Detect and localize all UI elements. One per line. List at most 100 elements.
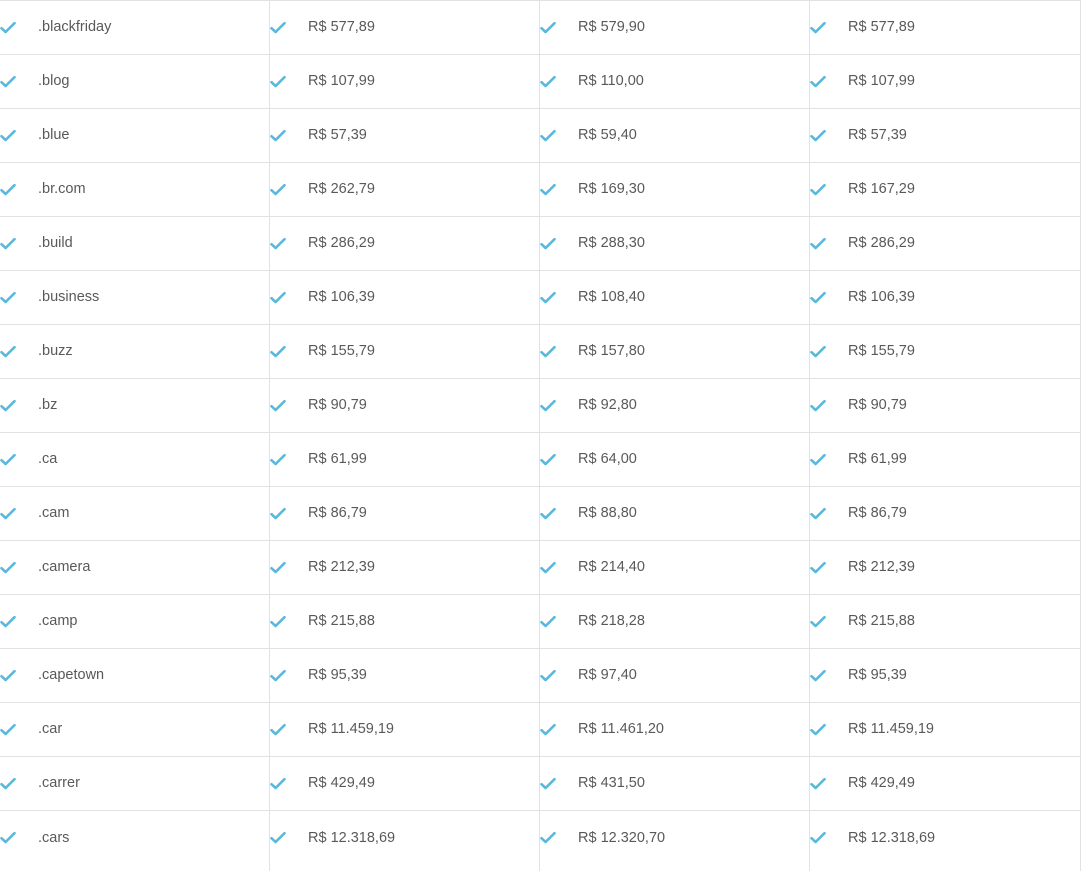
tld-label: .cars (38, 830, 70, 846)
price-cell-3: R$ 57,39 (810, 109, 1080, 162)
check-icon (540, 399, 556, 413)
price-cell-2: R$ 59,40 (540, 109, 810, 162)
tld-cell: .cars (0, 811, 270, 871)
check-icon (0, 21, 16, 35)
price-value: R$ 215,88 (308, 613, 375, 630)
table-row: .carrer R$ 429,49 R$ 431,50 R$ 429,49 (0, 757, 1080, 811)
check-icon (810, 21, 826, 35)
check-icon (0, 399, 16, 413)
price-value: R$ 12.318,69 (848, 830, 936, 846)
check-icon (0, 75, 16, 89)
price-cell-2: R$ 288,30 (540, 217, 810, 270)
tld-label: .camp (38, 613, 78, 630)
check-icon (810, 507, 826, 521)
price-value: R$ 61,99 (308, 451, 367, 468)
check-icon (540, 561, 556, 575)
price-cell-2: R$ 214,40 (540, 541, 810, 594)
check-icon (270, 669, 286, 683)
price-value: R$ 215,88 (848, 613, 915, 630)
table-row: .car R$ 11.459,19 R$ 11.461,20 R$ 11.459… (0, 703, 1080, 757)
price-value: R$ 57,39 (848, 127, 907, 144)
check-icon (810, 831, 826, 845)
price-value: R$ 90,79 (848, 397, 907, 414)
check-icon (810, 453, 826, 467)
tld-cell: .camp (0, 595, 270, 648)
price-value: R$ 97,40 (578, 667, 637, 684)
check-icon (0, 237, 16, 251)
price-value: R$ 577,89 (308, 19, 375, 36)
check-icon (0, 345, 16, 359)
price-cell-2: R$ 110,00 (540, 55, 810, 108)
check-icon (810, 561, 826, 575)
price-value: R$ 286,29 (848, 235, 915, 252)
tld-cell: .carrer (0, 757, 270, 810)
tld-cell: .cam (0, 487, 270, 540)
price-value: R$ 12.320,70 (578, 830, 666, 846)
tld-label: .blackfriday (38, 19, 112, 36)
check-icon (0, 507, 16, 521)
price-cell-3: R$ 11.459,19 (810, 703, 1080, 756)
check-icon (810, 291, 826, 305)
check-icon (270, 777, 286, 791)
price-cell-2: R$ 92,80 (540, 379, 810, 432)
price-value: R$ 64,00 (578, 451, 637, 468)
check-icon (270, 831, 286, 845)
check-icon (810, 669, 826, 683)
price-value: R$ 218,28 (578, 613, 645, 630)
price-value: R$ 429,49 (308, 775, 375, 792)
price-cell-1: R$ 90,79 (270, 379, 540, 432)
check-icon (540, 237, 556, 251)
tld-cell: .car (0, 703, 270, 756)
check-icon (540, 831, 556, 845)
check-icon (540, 507, 556, 521)
price-value: R$ 108,40 (578, 289, 645, 306)
price-cell-2: R$ 88,80 (540, 487, 810, 540)
price-cell-1: R$ 95,39 (270, 649, 540, 702)
tld-cell: .ca (0, 433, 270, 486)
price-value: R$ 212,39 (848, 559, 915, 576)
price-cell-2: R$ 169,30 (540, 163, 810, 216)
tld-label: .bz (38, 397, 58, 414)
table-row: .camp R$ 215,88 R$ 218,28 R$ 215,88 (0, 595, 1080, 649)
table-row: .bz R$ 90,79 R$ 92,80 R$ 90,79 (0, 379, 1080, 433)
price-cell-1: R$ 86,79 (270, 487, 540, 540)
check-icon (0, 615, 16, 629)
check-icon (0, 669, 16, 683)
price-value: R$ 90,79 (308, 397, 367, 414)
tld-label: .blue (38, 127, 70, 144)
price-value: R$ 11.459,19 (848, 721, 934, 738)
tld-cell: .buzz (0, 325, 270, 378)
price-cell-3: R$ 155,79 (810, 325, 1080, 378)
check-icon (270, 561, 286, 575)
price-value: R$ 579,90 (578, 19, 645, 36)
price-cell-3: R$ 61,99 (810, 433, 1080, 486)
price-value: R$ 61,99 (848, 451, 907, 468)
price-value: R$ 286,29 (308, 235, 375, 252)
price-cell-3: R$ 106,39 (810, 271, 1080, 324)
check-icon (270, 183, 286, 197)
check-icon (810, 75, 826, 89)
tld-cell: .blue (0, 109, 270, 162)
check-icon (270, 21, 286, 35)
price-cell-2: R$ 431,50 (540, 757, 810, 810)
table-row: .build R$ 286,29 R$ 288,30 R$ 286,29 (0, 217, 1080, 271)
check-icon (810, 777, 826, 791)
price-value: R$ 106,39 (848, 289, 915, 306)
price-value: R$ 214,40 (578, 559, 645, 576)
price-cell-1: R$ 106,39 (270, 271, 540, 324)
price-cell-1: R$ 12.318,69 (270, 811, 540, 871)
price-value: R$ 429,49 (848, 775, 915, 792)
pricing-table: .blackfriday R$ 577,89 R$ 579,90 R$ 577,… (0, 0, 1081, 871)
price-value: R$ 88,80 (578, 505, 637, 522)
price-value: R$ 12.318,69 (308, 830, 396, 846)
tld-label: .blog (38, 73, 70, 90)
check-icon (540, 777, 556, 791)
price-cell-3: R$ 577,89 (810, 1, 1080, 54)
price-cell-1: R$ 429,49 (270, 757, 540, 810)
check-icon (810, 129, 826, 143)
price-value: R$ 577,89 (848, 19, 915, 36)
table-row: .capetown R$ 95,39 R$ 97,40 R$ 95,39 (0, 649, 1080, 703)
check-icon (0, 453, 16, 467)
price-value: R$ 86,79 (848, 505, 907, 522)
table-row: .cars R$ 12.318,69 R$ 12.320,70 R$ 12.31… (0, 811, 1080, 871)
